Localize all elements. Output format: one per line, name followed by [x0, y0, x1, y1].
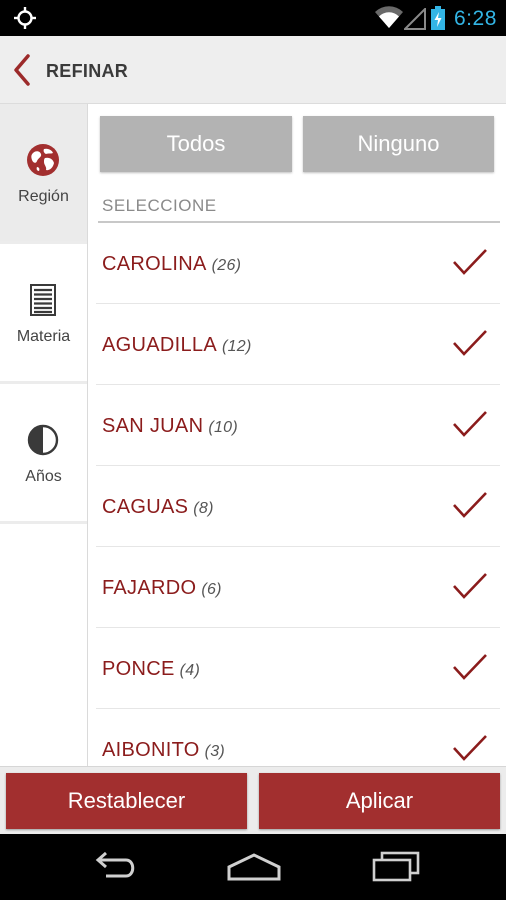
checkmark-icon[interactable]: [452, 247, 488, 277]
checkmark-icon[interactable]: [452, 571, 488, 601]
sidebar-item-label: Región: [18, 188, 69, 205]
gps-icon: [14, 7, 36, 29]
region-name: AGUADILLA: [102, 334, 217, 356]
system-nav-bar: [0, 834, 506, 900]
checkmark-icon[interactable]: [452, 490, 488, 520]
region-name: CAROLINA: [102, 253, 207, 275]
reset-button[interactable]: Restablecer: [6, 773, 247, 829]
apply-button[interactable]: Aplicar: [259, 773, 500, 829]
footer-actions: Restablecer Aplicar: [0, 766, 506, 834]
region-name: CAGUAS: [102, 496, 189, 518]
app-screen: REFINAR Región Materia Años Todos Ningun…: [0, 36, 506, 834]
filter-sidebar: Región Materia Años: [0, 104, 88, 766]
chevron-left-icon[interactable]: [12, 53, 34, 87]
select-none-button[interactable]: Ninguno: [303, 116, 494, 172]
sidebar-item-region[interactable]: Región: [0, 104, 87, 244]
recent-apps-icon[interactable]: [370, 851, 422, 883]
list-item[interactable]: PONCE (4): [96, 628, 500, 709]
list-item[interactable]: FAJARDO (6): [96, 547, 500, 628]
select-all-button[interactable]: Todos: [100, 116, 292, 172]
home-nav-icon[interactable]: [226, 851, 282, 883]
region-panel: Todos Ninguno SELECCIONE CAROLINA (26) AG…: [88, 104, 506, 766]
pie-clock-icon: [27, 424, 59, 456]
checkmark-icon[interactable]: [452, 733, 488, 763]
checkmark-icon[interactable]: [452, 652, 488, 682]
wifi-icon: [375, 6, 403, 28]
region-name: SAN JUAN: [102, 415, 204, 437]
region-count: (6): [201, 581, 222, 598]
region-count: (4): [179, 662, 201, 679]
checkmark-icon[interactable]: [452, 328, 488, 358]
sidebar-item-anos[interactable]: Años: [0, 384, 87, 524]
clock: 6:28: [454, 7, 497, 30]
region-name: AIBONITO: [102, 739, 200, 761]
list-item[interactable]: CAGUAS (8): [96, 466, 500, 547]
region-count: (10): [208, 419, 238, 436]
status-bar: 6:28: [0, 0, 506, 36]
region-list: CAROLINA (26) AGUADILLA (12) SAN JUAN (10) …: [88, 223, 506, 766]
signal-icon: [404, 8, 426, 30]
document-lines-icon: [30, 284, 56, 316]
section-header: SELECCIONE: [102, 196, 217, 215]
back-nav-icon[interactable]: [88, 851, 140, 883]
region-count: (8): [193, 500, 214, 517]
globe-icon: [27, 144, 59, 176]
action-bar: REFINAR: [0, 36, 506, 104]
sidebar-item-label: Años: [25, 468, 62, 485]
checkmark-icon[interactable]: [452, 409, 488, 439]
region-name: PONCE: [102, 658, 175, 680]
region-count: (12): [221, 338, 252, 355]
list-item[interactable]: AGUADILLA (12): [96, 304, 500, 385]
region-count: (26): [211, 257, 242, 274]
list-item[interactable]: CAROLINA (26): [96, 223, 500, 304]
list-item[interactable]: AIBONITO (3): [96, 709, 500, 766]
sidebar-item-materia[interactable]: Materia: [0, 244, 87, 384]
battery-charging-icon: [431, 6, 445, 30]
page-title: REFINAR: [46, 61, 129, 81]
sidebar-item-label: Materia: [16, 328, 71, 345]
list-item[interactable]: SAN JUAN (10): [96, 385, 500, 466]
region-name: FAJARDO: [102, 577, 197, 599]
region-count: (3): [204, 743, 226, 760]
